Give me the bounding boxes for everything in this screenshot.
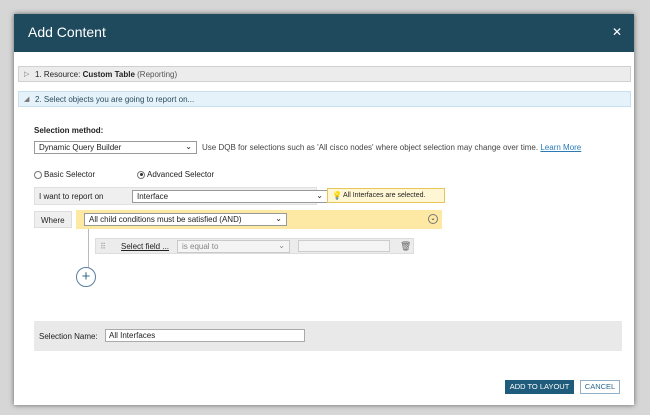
where-label: Where [34,211,72,228]
selection-name-label: Selection Name: [39,332,98,341]
operator-dropdown[interactable]: is equal to ⌄ [177,240,290,253]
condition-mode-dropdown[interactable]: All child conditions must be satisfied (… [84,213,287,226]
chevron-down-icon: ⌄ [278,241,285,250]
condition-mode-value: All child conditions must be satisfied (… [89,215,242,224]
dqb-hint: Use DQB for selections such as 'All cisc… [202,143,581,152]
selection-note: 💡 All Interfaces are selected. [327,188,445,203]
step-select-objects-label: 2. Select objects you are going to repor… [35,95,195,104]
radio-advanced-selector[interactable]: Advanced Selector [137,170,214,179]
selection-method-dropdown[interactable]: Dynamic Query Builder ⌄ [34,141,197,154]
step-resource-suffix: (Reporting) [137,70,178,79]
selection-note-text: All Interfaces are selected. [343,192,426,199]
radio-selected-icon [137,170,145,179]
chevron-down-icon: ⌄ [275,214,282,223]
collapse-circle-icon[interactable]: ⌄ [428,214,438,224]
radio-icon [34,170,42,179]
tree-connector [88,229,89,269]
report-on-label: I want to report on [39,192,104,201]
selection-method-label: Selection method: [34,126,104,135]
learn-more-link[interactable]: Learn More [540,143,581,152]
add-to-layout-button[interactable]: ADD TO LAYOUT [505,380,574,394]
operator-value: is equal to [182,242,219,251]
select-field-link[interactable]: Select field ... [121,242,169,251]
radio-basic-selector[interactable]: Basic Selector [34,170,95,179]
selection-name-bar: Selection Name: [34,321,622,351]
step-resource[interactable]: ▷ 1. Resource: Custom Table (Reporting) [18,66,631,82]
report-on-row: I want to report on Interface ⌄ [34,187,328,205]
cancel-button[interactable]: CANCEL [580,380,620,394]
step-resource-prefix: 1. Resource: [35,70,81,79]
add-content-dialog: Add Content ✕ ▷ 1. Resource: Custom Tabl… [14,14,634,405]
trash-icon[interactable]: 🗑 [400,241,411,252]
chevron-down-icon: ⌄ [185,142,192,151]
close-icon[interactable]: ✕ [612,25,622,39]
dialog-titlebar: Add Content ✕ [14,14,634,52]
chevron-down-icon: ◢ [24,96,30,103]
report-on-value: Interface [137,192,169,201]
radio-basic-label: Basic Selector [44,170,96,179]
selection-name-input[interactable] [105,329,305,342]
add-condition-button[interactable]: + [76,267,96,287]
report-on-dropdown[interactable]: Interface ⌄ [132,190,328,203]
step-resource-name: Custom Table [82,70,135,79]
step-select-objects[interactable]: ◢ 2. Select objects you are going to rep… [18,91,631,107]
selection-method-value: Dynamic Query Builder [39,143,122,152]
condition-row: ⠿ Select field ... is equal to ⌄ 🗑 [95,238,414,254]
drag-handle-icon[interactable]: ⠿ [100,242,106,251]
lightbulb-icon: 💡 [332,191,342,200]
where-condition-bar: All child conditions must be satisfied (… [76,210,442,229]
dqb-hint-text: Use DQB for selections such as 'All cisc… [202,143,539,152]
radio-advanced-label: Advanced Selector [147,170,215,179]
dialog-title: Add Content [28,24,106,40]
chevron-right-icon: ▷ [24,71,30,78]
condition-value-input[interactable] [298,240,390,252]
chevron-down-icon: ⌄ [316,191,323,200]
